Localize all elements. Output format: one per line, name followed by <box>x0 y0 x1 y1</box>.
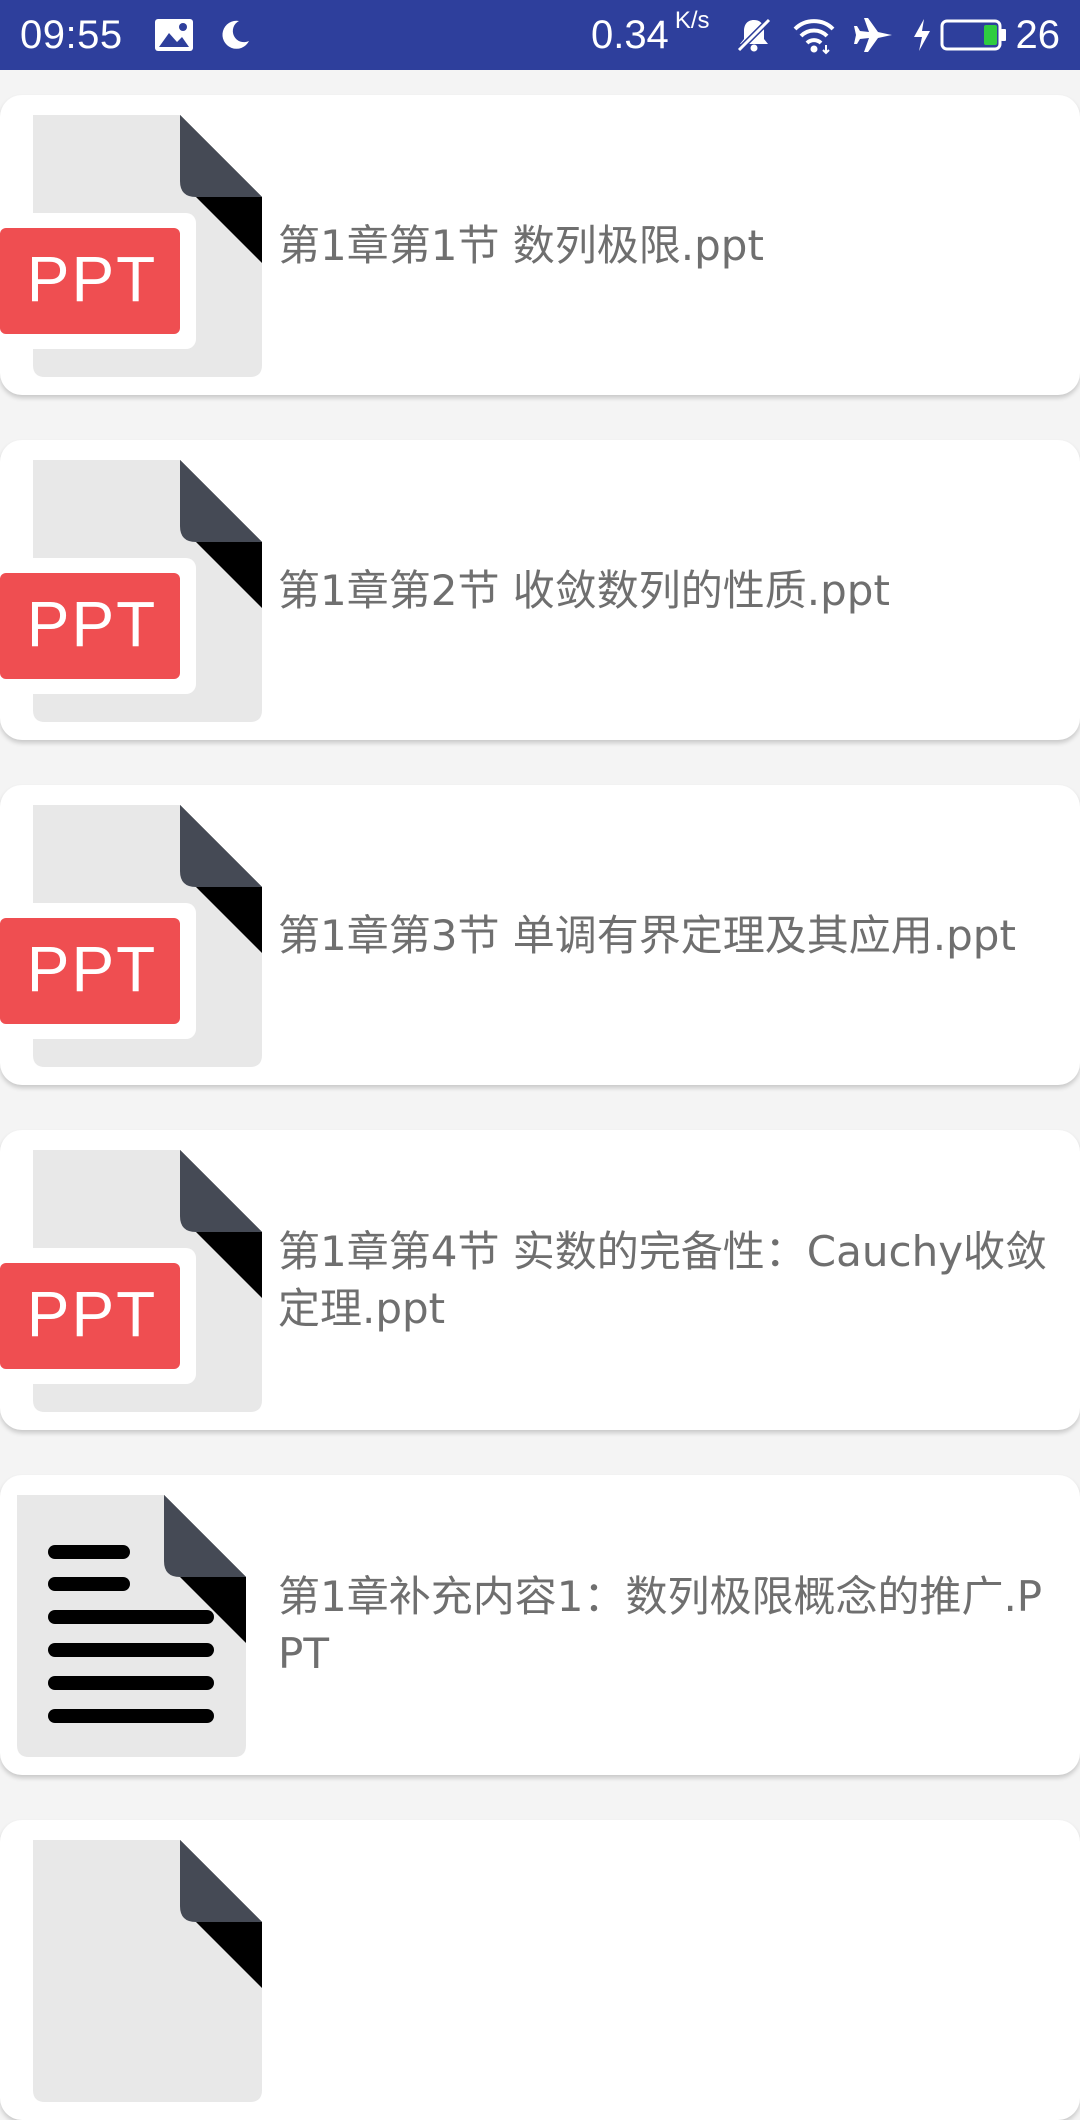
status-time: 09:55 <box>20 12 123 57</box>
status-bar-left: 09:55 <box>20 13 253 58</box>
ppt-badge-label: PPT <box>27 1278 157 1350</box>
file-list-item[interactable]: PPT 第1章第2节 收敛数列的性质.ppt <box>0 440 1080 740</box>
file-list-item[interactable]: 第1章补充内容1：数列极限概念的推广.PPT <box>0 1475 1080 1775</box>
file-list-item[interactable]: PPT 第1章第3节 单调有界定理及其应用.ppt <box>0 785 1080 1085</box>
airplane-mode-icon <box>853 15 894 55</box>
text-document-icon <box>0 1495 262 1757</box>
file-name <box>278 1820 1056 2120</box>
charging-icon <box>912 17 932 53</box>
file-list-item[interactable] <box>0 1820 1080 2120</box>
ppt-file-icon: PPT <box>0 460 262 722</box>
image-notification-icon <box>153 17 195 53</box>
status-bar-right: 0.34 K/s 26 <box>590 7 1061 58</box>
wifi-icon <box>792 15 836 55</box>
ppt-file-icon: PPT <box>0 805 262 1067</box>
mute-icon <box>734 15 774 55</box>
ppt-file-icon: PPT <box>0 1150 262 1412</box>
battery-icon <box>940 18 1008 52</box>
file-name: 第1章第3节 单调有界定理及其应用.ppt <box>278 910 1016 960</box>
file-name: 第1章第4节 实数的完备性：Cauchy收敛定理.ppt <box>278 1227 1048 1333</box>
ppt-badge-label: PPT <box>27 933 157 1005</box>
file-name: 第1章第2节 收敛数列的性质.ppt <box>278 565 890 615</box>
network-speed-unit: K/s <box>674 6 710 34</box>
file-name: 第1章第1节 数列极限.ppt <box>278 220 764 270</box>
ppt-badge-label: PPT <box>27 243 157 315</box>
network-speed-value: 0.34 <box>590 12 669 57</box>
file-name: 第1章补充内容1：数列极限概念的推广.PPT <box>278 1572 1043 1678</box>
battery-level: 26 <box>1015 12 1061 57</box>
file-list-item[interactable]: PPT 第1章第4节 实数的完备性：Cauchy收敛定理.ppt <box>0 1130 1080 1430</box>
ppt-file-icon <box>0 1840 262 2102</box>
ppt-badge-label: PPT <box>27 588 157 660</box>
file-list-item[interactable]: PPT 第1章第1节 数列极限.ppt <box>0 95 1080 395</box>
ppt-file-icon: PPT <box>0 115 262 377</box>
moon-icon <box>217 17 253 53</box>
status-bar: 09:55 0.34 K/s 26 <box>0 0 1080 70</box>
network-speed: 0.34 K/s <box>590 7 710 58</box>
